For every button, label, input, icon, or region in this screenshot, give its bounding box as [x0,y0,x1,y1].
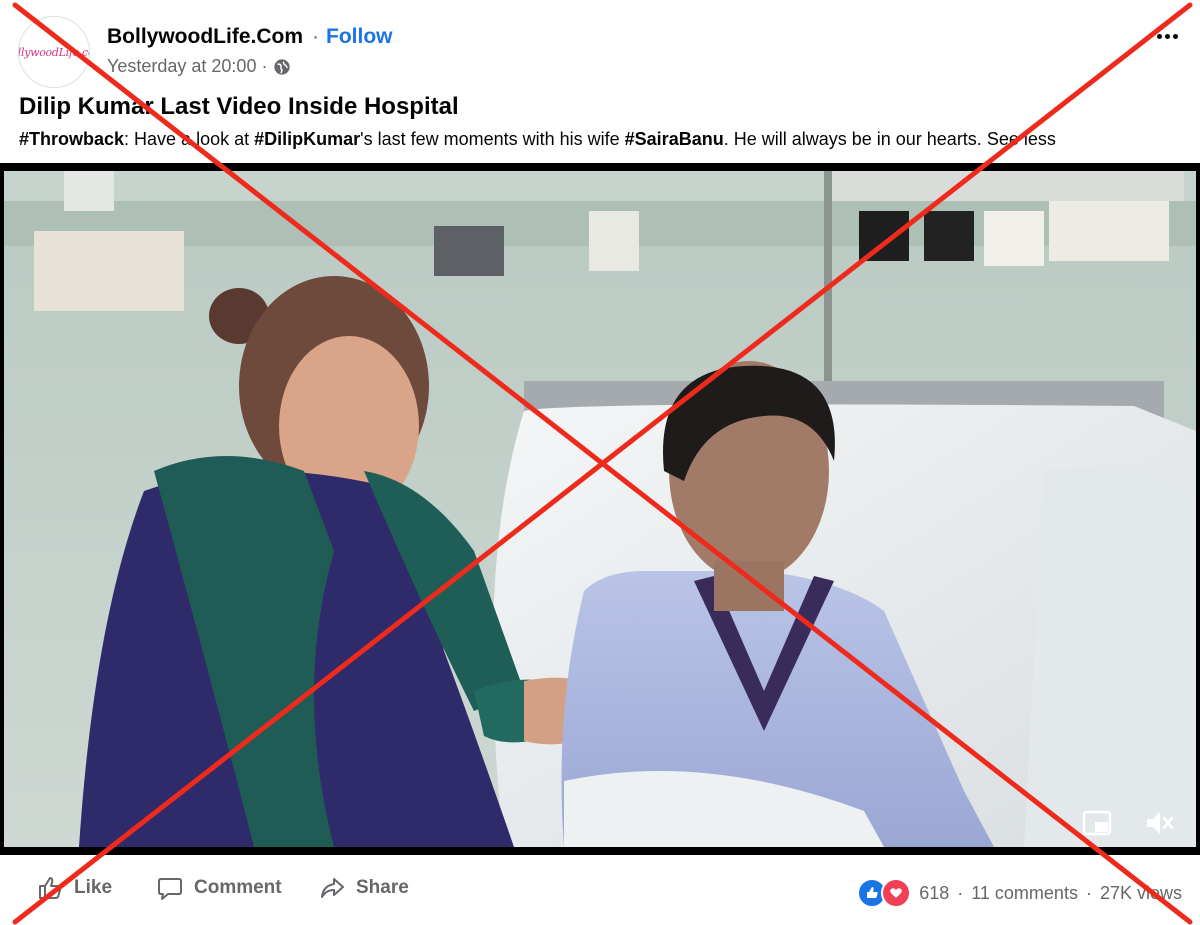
avatar-logo: BollywoodLife.com [18,45,89,59]
picture-in-picture-icon[interactable] [1080,806,1114,840]
comment-button[interactable]: Comment [156,874,282,902]
share-button[interactable]: Share [318,874,409,902]
post-title: Dilip Kumar Last Video Inside Hospital [19,93,459,120]
like-button[interactable]: Like [36,874,112,902]
more-options-icon[interactable] [1152,26,1182,46]
like-label: Like [74,877,113,898]
see-less-link[interactable]: See less [987,129,1056,149]
page-name-link[interactable]: BollywoodLife.Com [107,25,303,49]
facebook-post: BollywoodLife.com BollywoodLife.Com · Fo… [0,0,1200,925]
post-stats: 618 · 11 comments · 27K views [857,878,1182,908]
name-separator: · [312,25,319,48]
stats-separator-2: · [1085,882,1092,903]
timestamp-text: Yesterday at 20:00 · [107,56,268,76]
globe-icon [274,58,291,75]
comment-label: Comment [194,877,282,898]
share-icon [321,878,344,898]
video-player[interactable] [0,163,1200,855]
hashtag-throwback[interactable]: #Throwback [19,129,124,149]
love-reaction-icon [881,878,912,908]
comment-icon [158,878,182,900]
views-count: 27K views [1099,882,1182,903]
mute-icon[interactable] [1142,806,1176,840]
caption-text-2: 's last few moments with his wife [360,129,625,149]
caption-text-3: . He will always be in our hearts. [723,129,987,149]
comments-count[interactable]: 11 comments [971,883,1078,904]
follow-button[interactable]: Follow [326,25,393,49]
post-timestamp[interactable]: Yesterday at 20:00 · [107,56,291,77]
video-frame [4,171,1196,847]
like-icon [39,877,62,899]
hashtag-sairabanu[interactable]: #SairaBanu [625,129,724,149]
caption-text-1: : Have a look at [124,129,255,149]
post-caption: #Throwback: Have a look at #DilipKumar's… [19,129,1056,150]
share-label: Share [356,877,409,898]
hashtag-dilipkumar[interactable]: #DilipKumar [254,129,360,149]
stats-separator: · [957,882,964,903]
page-avatar[interactable]: BollywoodLife.com [18,16,90,88]
reactions-summary[interactable] [857,878,912,908]
reaction-count[interactable]: 618 [919,883,949,904]
post-footer: Like Comment Share 618 · 11 comments · 2… [0,860,1200,925]
